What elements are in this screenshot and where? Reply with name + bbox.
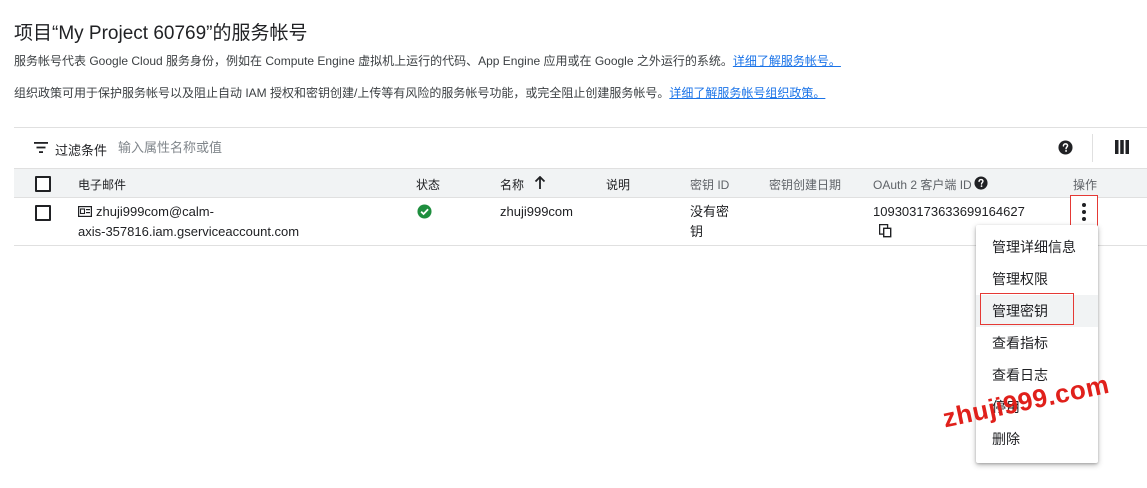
column-header-key-created: 密钥创建日期 <box>769 178 842 192</box>
menu-item-delete[interactable]: 删除 <box>976 423 1098 455</box>
page-title: 项目“My Project 60769”的服务帐号 <box>14 23 308 44</box>
page-description-2: 组织政策可用于保护服务帐号以及阻止自动 IAM 授权和密钥创建/上传等有风险的服… <box>14 84 825 101</box>
filter-bar: 过滤条件 <box>14 128 1147 168</box>
column-display-icon[interactable] <box>1115 140 1129 154</box>
column-header-key-id: 密钥 ID <box>690 178 730 192</box>
description-2-text: 组织政策可用于保护服务帐号以及阻止自动 IAM 授权和密钥创建/上传等有风险的服… <box>14 86 670 100</box>
menu-item-manage-permissions[interactable]: 管理权限 <box>976 263 1098 295</box>
description-1-text: 服务帐号代表 Google Cloud 服务身份，例如在 Compute Eng… <box>14 54 733 68</box>
page-description-1: 服务帐号代表 Google Cloud 服务身份，例如在 Compute Eng… <box>14 52 841 69</box>
email-line-2[interactable]: axis-357816.iam.gserviceaccount.com <box>78 224 299 239</box>
status-enabled-icon <box>417 204 432 219</box>
filter-input[interactable] <box>118 136 518 158</box>
row-checkbox[interactable] <box>35 205 51 221</box>
menu-item-manage-keys[interactable]: 管理密钥 <box>976 295 1098 327</box>
kebab-dot <box>1082 210 1086 214</box>
email-cell: zhuji999com@calm- axis-357816.iam.gservi… <box>78 202 328 242</box>
column-header-oauth-client-id: OAuth 2 客户端 ID <box>873 178 972 192</box>
learn-more-service-accounts-link[interactable]: 详细了解服务帐号。 <box>733 54 841 68</box>
filter-icon[interactable] <box>34 142 48 153</box>
table-header: 电子邮件 状态 名称 说明 密钥 ID 密钥创建日期 OAuth 2 客户端 I… <box>14 168 1147 198</box>
row-actions-button[interactable] <box>1070 195 1098 229</box>
service-account-icon <box>78 206 92 217</box>
menu-item-view-logs[interactable]: 查看日志 <box>976 359 1098 391</box>
menu-item-view-metrics[interactable]: 查看指标 <box>976 327 1098 359</box>
column-header-name[interactable]: 名称 <box>500 176 524 193</box>
key-id-cell: 没有密钥 <box>690 204 730 239</box>
toolbar-separator <box>1092 134 1093 162</box>
name-cell: zhuji999com <box>500 204 573 219</box>
filter-label[interactable]: 过滤条件 <box>55 140 107 159</box>
kebab-dot <box>1082 203 1086 207</box>
kebab-dot <box>1082 217 1086 221</box>
help-icon[interactable] <box>1058 140 1073 155</box>
oauth-help-icon[interactable] <box>974 176 988 190</box>
menu-item-manage-details[interactable]: 管理详细信息 <box>976 231 1098 263</box>
menu-item-disable[interactable]: 停用 <box>976 391 1098 423</box>
copy-icon[interactable] <box>879 224 892 238</box>
oauth-client-id-cell: 109303173633699164627 <box>873 204 1025 219</box>
column-header-email[interactable]: 电子邮件 <box>78 176 126 193</box>
sort-ascending-icon[interactable] <box>534 176 546 190</box>
column-header-status[interactable]: 状态 <box>416 176 440 193</box>
email-line-1[interactable]: zhuji999com@calm- <box>96 204 214 219</box>
column-header-actions: 操作 <box>1073 178 1098 192</box>
row-actions-menu: 管理详细信息 管理权限 管理密钥 查看指标 查看日志 停用 删除 <box>976 225 1098 463</box>
learn-more-org-policy-link[interactable]: 详细了解服务帐号组织政策。 <box>669 86 825 100</box>
column-header-description[interactable]: 说明 <box>606 176 630 193</box>
select-all-checkbox[interactable] <box>35 176 51 192</box>
